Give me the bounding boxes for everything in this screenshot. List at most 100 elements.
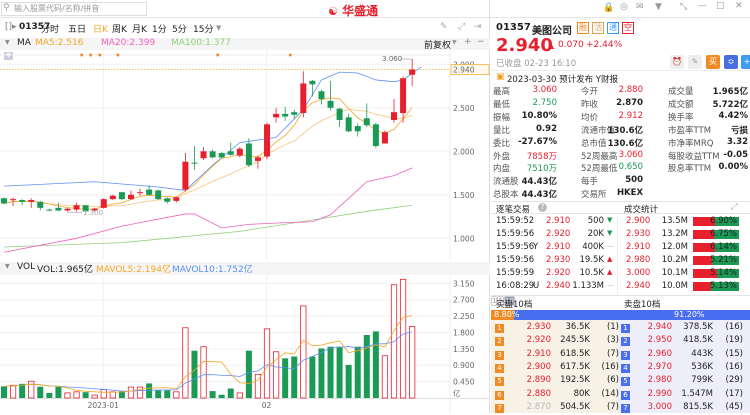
bid-row[interactable]: 2 2.920 245.5K (3) xyxy=(491,335,621,348)
volume-bar[interactable] xyxy=(291,356,298,398)
candle[interactable] xyxy=(300,71,307,118)
candle[interactable] xyxy=(372,122,379,148)
chevron-down-icon[interactable]: ▼ xyxy=(452,39,457,46)
candle[interactable] xyxy=(391,99,398,123)
ask-row[interactable]: 5 2.980 799K (29) xyxy=(617,375,747,388)
volume-bar[interactable] xyxy=(1,386,7,398)
volume-bar[interactable] xyxy=(381,355,389,399)
candle[interactable] xyxy=(245,138,252,167)
event-marker[interactable] xyxy=(216,53,220,57)
candle[interactable] xyxy=(28,198,35,208)
volume-bar[interactable] xyxy=(227,388,234,398)
candle[interactable] xyxy=(1,197,7,205)
candle[interactable] xyxy=(354,123,361,137)
expand-icon[interactable]: ⤢ xyxy=(731,202,738,212)
candle[interactable] xyxy=(336,107,343,127)
volume-bar[interactable] xyxy=(164,390,171,398)
candle[interactable] xyxy=(118,192,125,201)
ask-row[interactable]: 6 2.990 1.547M (17) xyxy=(617,389,747,402)
volume-bar[interactable] xyxy=(37,386,44,398)
earnings-notice[interactable]: 2023-03-30 预计发布 Y财报 xyxy=(507,73,618,85)
volume-bar[interactable] xyxy=(127,386,135,399)
candle[interactable] xyxy=(37,200,44,211)
candle[interactable] xyxy=(218,152,225,159)
volume-bar[interactable] xyxy=(327,346,334,398)
volume-bar[interactable] xyxy=(73,391,80,399)
candle[interactable] xyxy=(309,79,316,97)
ask-row[interactable]: 1 2.940 378.5K (16) xyxy=(617,322,747,335)
candle[interactable] xyxy=(345,113,352,133)
tab-period[interactable]: 1分 xyxy=(152,22,167,35)
tab-period[interactable]: 5分 xyxy=(172,22,187,35)
ask-row[interactable]: 2 2.950 418.5K (19) xyxy=(617,335,747,348)
volume-bar[interactable] xyxy=(409,326,416,399)
volume-bar[interactable] xyxy=(191,350,198,398)
sidebar-toggle-icon[interactable]: ⇥ xyxy=(474,22,482,32)
ask-row[interactable]: 3 2.960 443K (15) xyxy=(617,349,747,362)
event-marker[interactable] xyxy=(98,53,102,57)
candle[interactable] xyxy=(381,130,388,144)
candle[interactable] xyxy=(55,202,62,212)
candle[interactable] xyxy=(182,153,189,192)
event-marker[interactable] xyxy=(89,53,93,57)
ask-row[interactable]: 4 2.970 536K (16) xyxy=(617,362,747,375)
volume-bar[interactable] xyxy=(282,358,289,398)
volume-bar[interactable] xyxy=(64,392,71,399)
candle[interactable] xyxy=(164,197,171,204)
remove-indicator-button[interactable]: − xyxy=(477,37,485,47)
candle[interactable] xyxy=(273,107,280,123)
chevron-down-icon[interactable]: ▼ xyxy=(216,24,221,32)
fullscreen-icon[interactable]: ⤢ xyxy=(458,22,465,32)
candle[interactable] xyxy=(264,122,271,160)
volume-chart[interactable]: 3.150 2.700 2.250 1.800 1.350 0.900 0.450亿 2023… xyxy=(0,276,490,413)
panel-toggle-icon[interactable]: []▸ xyxy=(5,22,17,32)
bid-row[interactable]: 1 2.930 36.5K (1) xyxy=(491,322,621,335)
tab-trade-stats[interactable]: 成交统计 xyxy=(624,203,658,215)
volume-bar[interactable] xyxy=(55,386,62,398)
candle[interactable] xyxy=(100,198,107,209)
add-indicator-button[interactable]: + xyxy=(464,37,472,47)
volume-bar[interactable] xyxy=(318,348,325,398)
add-watchlist-button[interactable]: + xyxy=(741,55,750,69)
candle[interactable] xyxy=(64,207,71,212)
headset-icon[interactable]: ◎ xyxy=(620,2,628,12)
tab-period[interactable]: 月K xyxy=(132,22,147,35)
candle[interactable] xyxy=(318,89,325,105)
lock-icon[interactable]: 🔒 xyxy=(603,3,614,13)
volume-bar[interactable] xyxy=(399,278,407,399)
close-icon[interactable]: ✕ xyxy=(735,1,743,11)
volume-bar[interactable] xyxy=(109,391,116,399)
volume-bar[interactable] xyxy=(100,389,107,399)
volume-bar[interactable] xyxy=(46,392,53,398)
bid-row[interactable]: 4 2.900 617.5K (16) xyxy=(491,362,621,375)
candle[interactable] xyxy=(282,106,289,121)
buy-button[interactable]: 买 xyxy=(706,55,720,69)
candle[interactable] xyxy=(46,208,53,212)
event-marker[interactable] xyxy=(288,53,292,57)
volume-bar[interactable] xyxy=(245,350,252,398)
tab-tick-trades[interactable]: 逐笔交易 xyxy=(496,203,530,215)
maximize-icon[interactable]: □ xyxy=(716,1,725,11)
volume-bar[interactable] xyxy=(354,346,361,398)
candle[interactable] xyxy=(236,146,243,158)
volume-bar[interactable] xyxy=(263,328,271,399)
volume-bar[interactable] xyxy=(336,346,343,398)
tab-period[interactable]: 分时 xyxy=(41,22,59,35)
candle[interactable] xyxy=(200,146,207,160)
collapse-icon[interactable]: ▼ xyxy=(5,39,10,46)
alert-button[interactable]: ⏰ xyxy=(670,55,684,69)
candle[interactable] xyxy=(127,190,134,201)
candle[interactable] xyxy=(19,199,26,206)
volume-bar[interactable] xyxy=(91,394,98,399)
volume-bar[interactable] xyxy=(309,356,316,398)
shrink-icon[interactable]: ⤡ xyxy=(680,2,687,12)
bid-row[interactable]: 3 2.910 618.5K (7) xyxy=(491,349,621,362)
candle[interactable] xyxy=(363,103,370,127)
ask-row[interactable]: 7 3.000 815.5K (45) xyxy=(617,402,747,415)
volume-bar[interactable] xyxy=(363,335,370,398)
candle[interactable] xyxy=(173,196,180,203)
volume-bar[interactable] xyxy=(182,327,189,399)
volume-bar[interactable] xyxy=(345,364,352,398)
candle[interactable] xyxy=(109,194,116,201)
volume-bar[interactable] xyxy=(209,391,216,398)
